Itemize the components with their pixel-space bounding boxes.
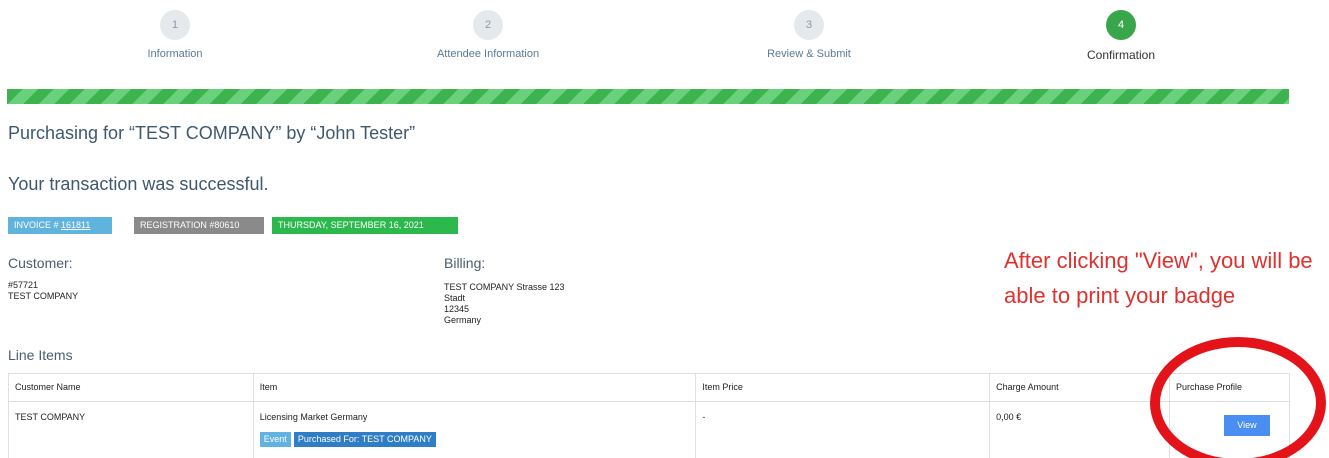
- step-number: 4: [1106, 10, 1136, 40]
- cell-item: Licensing Market Germany Event Purchased …: [252, 401, 697, 458]
- step-label: Review & Submit: [767, 48, 851, 60]
- cell-charge-amount: 0,00 €: [989, 401, 1170, 458]
- column-header-item-price: Item Price: [695, 373, 991, 402]
- step-number: 2: [473, 10, 503, 40]
- purchasing-for-text: Purchasing for “TEST COMPANY” by “John T…: [8, 123, 416, 143]
- invoice-link[interactable]: 161811: [61, 220, 90, 230]
- date-badge: THURSDAY, SEPTEMBER 16, 2021: [272, 217, 458, 234]
- table-header-row: Customer Name Item Item Price Charge Amo…: [8, 373, 1291, 402]
- step-label: Confirmation: [1086, 48, 1156, 62]
- highlight-circle: [1150, 337, 1326, 458]
- invoice-prefix: INVOICE #: [14, 220, 62, 230]
- billing-line-4: Germany: [444, 315, 482, 325]
- column-header-item: Item: [252, 373, 697, 402]
- step-label: Information: [147, 48, 203, 60]
- item-name: Licensing Market Germany: [259, 412, 368, 422]
- transaction-success-message: Your transaction was successful.: [8, 174, 269, 194]
- table-row: TEST COMPANY Licensing Market Germany Ev…: [8, 401, 1291, 458]
- checkout-stepper: 1 Information 2 Attendee Information 3 R…: [0, 0, 1329, 80]
- cell-customer-name: TEST COMPANY: [8, 401, 254, 458]
- invoice-badge: INVOICE # 161811: [8, 217, 112, 234]
- billing-line-1: TEST COMPANY Strasse 123: [444, 282, 565, 292]
- view-instruction-annotation: After clicking "View", you will be able …: [1004, 248, 1313, 308]
- step-review-submit: 3 Review & Submit: [709, 10, 909, 60]
- progress-bar: [7, 89, 1289, 104]
- billing-line-3: 12345: [444, 304, 470, 314]
- customer-heading: Customer:: [8, 255, 73, 271]
- customer-id: #57721: [8, 280, 39, 290]
- event-tag: Event: [259, 432, 291, 447]
- billing-line-2: Stadt: [444, 293, 466, 303]
- billing-heading: Billing:: [444, 255, 486, 271]
- line-items-table: Customer Name Item Item Price Charge Amo…: [8, 373, 1291, 458]
- step-number: 3: [794, 10, 824, 40]
- cell-item-price: -: [695, 401, 991, 458]
- step-number: 1: [160, 10, 190, 40]
- step-information: 1 Information: [75, 10, 275, 60]
- customer-name: TEST COMPANY: [8, 291, 79, 301]
- step-attendee-information: 2 Attendee Information: [388, 10, 588, 60]
- step-confirmation: 4 Confirmation: [1021, 10, 1221, 62]
- registration-badge: REGISTRATION #80610: [134, 217, 264, 234]
- column-header-customer-name: Customer Name: [8, 373, 254, 402]
- line-items-heading: Line Items: [8, 347, 73, 363]
- step-label: Attendee Information: [436, 48, 540, 60]
- column-header-charge-amount: Charge Amount: [989, 373, 1170, 402]
- purchased-for-tag: Purchased For: TEST COMPANY: [293, 432, 436, 447]
